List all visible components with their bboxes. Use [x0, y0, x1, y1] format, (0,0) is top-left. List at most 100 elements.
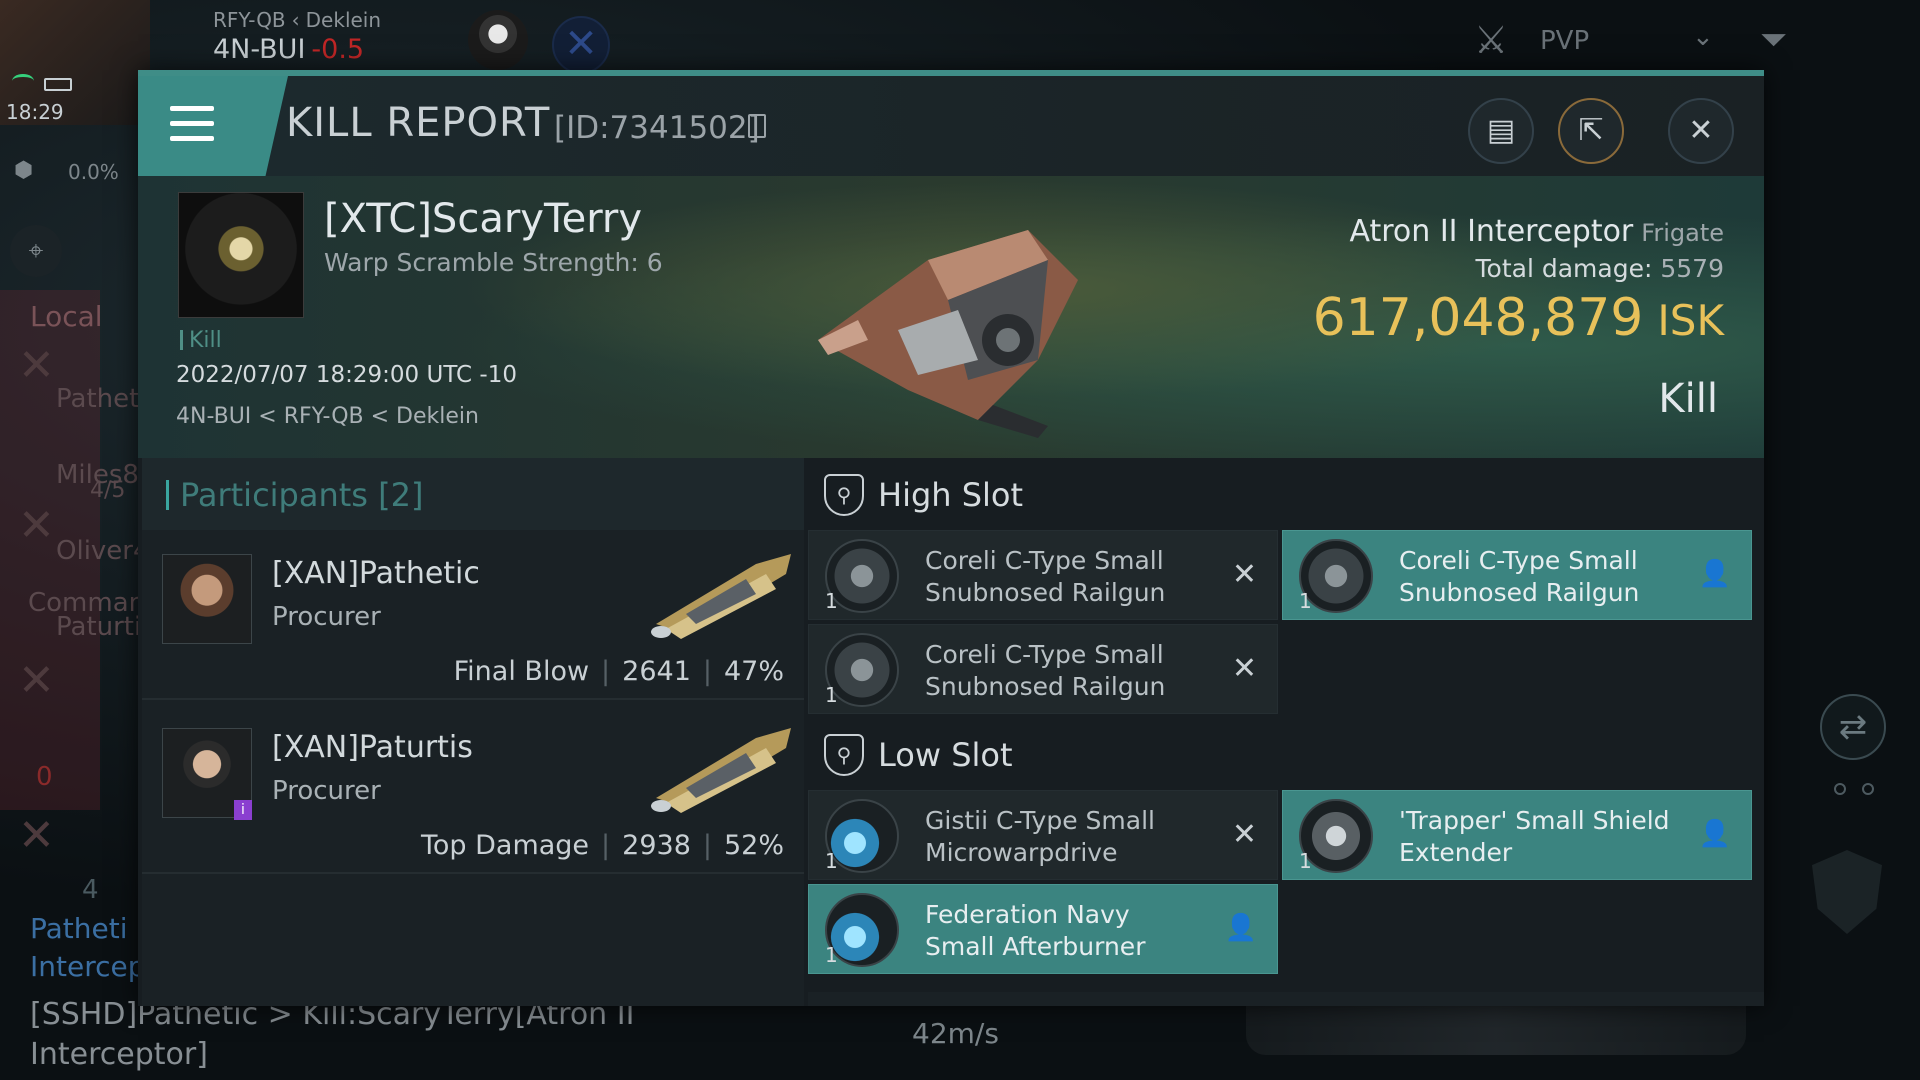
participant-stats: Top Damage | 2938 | 52%	[420, 830, 784, 861]
alliance-logo-icon[interactable]: ✕	[552, 16, 610, 74]
crossed-swords-icon: ⚔	[1474, 18, 1509, 62]
current-system[interactable]: 4N-BUI -0.5	[213, 34, 364, 65]
kill-tag-label: Kill	[189, 328, 222, 353]
module-name-line: Snubnosed Railgun	[1399, 578, 1640, 607]
module-qty: 1	[825, 943, 838, 967]
module-name: Coreli C-Type Small Snubnosed Railgun	[925, 639, 1165, 703]
participant-ship-icon	[651, 728, 791, 813]
corp-logo-icon[interactable]	[468, 10, 528, 70]
speed-readout: 42m/s	[912, 1017, 999, 1050]
high-slot-header: ⚲ High Slot	[808, 458, 1764, 530]
pvp-label: PVP	[1540, 26, 1590, 56]
x-icon: ✕	[18, 810, 55, 861]
participant-damage: 2938	[622, 830, 691, 861]
x-icon: ✕	[1231, 817, 1257, 852]
share-button[interactable]: ⇱	[1558, 98, 1624, 164]
x-icon: ✕	[18, 655, 55, 706]
location-pin-icon[interactable]: ⌖	[10, 225, 62, 277]
module-name-line: 'Trapper' Small Shield	[1399, 806, 1670, 835]
local-label: Local	[30, 300, 103, 333]
fitting-panel: ⚲ High Slot 1 Coreli C-Type Small Snubnos…	[808, 458, 1764, 1006]
close-button[interactable]: ✕	[1668, 98, 1734, 164]
local-member-name: Pathet	[56, 384, 140, 414]
ship-type: Atron II Interceptor	[1349, 214, 1634, 249]
participant-name: [XAN]Pathetic	[272, 556, 480, 591]
ship-name[interactable]: Atron II Interceptor Frigate	[1350, 214, 1725, 249]
kill-datetime: 2022/07/07 18:29:00 UTC -10	[176, 362, 517, 388]
participant-ship: Procurer	[272, 602, 381, 632]
module-qty: 1	[825, 849, 838, 873]
clipboard-button[interactable]: ▤	[1468, 98, 1534, 164]
participant-portrait[interactable]	[162, 554, 252, 644]
low-slot-label: Low Slot	[878, 736, 1013, 774]
participant-row[interactable]: [XAN]Pathetic Procurer Final Blow | 2641 | 4…	[142, 530, 804, 700]
chevron-left-icon: ‹	[291, 8, 300, 32]
victim-ship-image[interactable]	[778, 190, 1118, 440]
participant-role: Top Damage	[420, 830, 590, 861]
copy-icon[interactable]	[748, 114, 766, 138]
alert-count: 0	[36, 762, 53, 792]
info-badge-icon: i	[234, 800, 252, 820]
module-item[interactable]: 1 'Trapper' Small Shield Extender 👤	[1282, 790, 1752, 880]
pvp-filter-dropdown[interactable]: ⚔ PVP ⌄	[1452, 0, 1782, 78]
participant-percent: 47%	[723, 656, 784, 687]
low-slot-header: ⚲ Low Slot	[808, 718, 1764, 790]
participant-ship: Procurer	[272, 776, 381, 806]
local-member-name: Oliver4	[56, 536, 150, 566]
participants-header: Participants [2]	[142, 458, 804, 530]
module-name: Gistii C-Type Small Microwarpdrive	[925, 805, 1155, 869]
menu-button[interactable]	[138, 76, 288, 176]
module-item[interactable]: 1 Federation Navy Small Afterburner 👤	[808, 884, 1278, 974]
cargo-percent: 0.0%	[68, 160, 119, 184]
route-info[interactable]: RFY-QB ‹ Deklein	[213, 8, 381, 32]
victim-name[interactable]: [XTC]ScaryTerry	[324, 196, 642, 242]
cargo-icon[interactable]: ⬢	[14, 158, 33, 183]
module-name: Coreli C-Type Small Snubnosed Railgun	[925, 545, 1165, 609]
participants-panel: Participants [2] [XAN]Pathetic Procurer …	[142, 458, 804, 1006]
module-name-line: Snubnosed Railgun	[925, 672, 1166, 701]
wifi-icon	[12, 74, 34, 88]
chat-line-partial: Patheti Intercep	[30, 910, 146, 986]
total-damage-value: 5579	[1660, 254, 1724, 283]
participant-ship-icon	[651, 554, 791, 639]
chat-name: Patheti	[30, 912, 128, 945]
module-name-line: Microwarpdrive	[925, 838, 1118, 867]
window-title: KILL REPORT	[286, 100, 551, 146]
person-icon: 👤	[1698, 559, 1731, 589]
module-qty: 1	[1299, 589, 1312, 613]
participants-title: Participants [2]	[180, 476, 424, 514]
swap-icon[interactable]: ⇄	[1820, 694, 1886, 760]
participant-name: [XAN]Paturtis	[272, 730, 473, 765]
page-dots	[1834, 780, 1890, 799]
chat-message: [SSHD]Pathetic > Kill:ScaryTerry[Atron I…	[30, 995, 634, 1075]
isk-amount: 617,048,879	[1312, 288, 1644, 348]
ship-class: Frigate	[1641, 219, 1724, 247]
filter-icon[interactable]: ⏷	[1760, 20, 1787, 60]
report-id: [ID:7341502]	[554, 110, 760, 146]
module-item[interactable]: 1 Coreli C-Type Small Snubnosed Railgun ✕	[808, 624, 1278, 714]
chevron-down-icon: ⌄	[1692, 22, 1714, 52]
fitting-bottom-edge	[808, 992, 1764, 1006]
user-count: 4	[82, 875, 99, 905]
x-icon: ✕	[18, 340, 55, 391]
module-qty: 1	[1299, 849, 1312, 873]
module-name-line: Snubnosed Railgun	[925, 578, 1166, 607]
module-item[interactable]: 1 Coreli C-Type Small Snubnosed Railgun 👤	[1282, 530, 1752, 620]
total-damage: Total damage: 5579	[1476, 254, 1725, 283]
victim-subtitle: Warp Scramble Strength: 6	[324, 248, 663, 277]
kill-location: 4N-BUI < RFY-QB < Deklein	[176, 404, 479, 429]
chat-ship: Intercep	[30, 950, 146, 983]
module-name: 'Trapper' Small Shield Extender	[1399, 805, 1670, 869]
participant-damage: 2641	[622, 656, 691, 687]
victim-portrait[interactable]	[178, 192, 304, 318]
module-qty: 1	[825, 589, 838, 613]
module-item[interactable]: 1 Gistii C-Type Small Microwarpdrive ✕	[808, 790, 1278, 880]
module-name: Coreli C-Type Small Snubnosed Railgun	[1399, 545, 1639, 609]
close-icon: ✕	[1688, 113, 1714, 148]
header-accent	[166, 480, 169, 510]
participant-row[interactable]: i [XAN]Paturtis Procurer Top Damage | 2938…	[142, 704, 804, 874]
x-icon: ✕	[18, 500, 55, 551]
local-member-count: 4/5	[90, 478, 126, 503]
module-item[interactable]: 1 Coreli C-Type Small Snubnosed Railgun ✕	[808, 530, 1278, 620]
high-slot-icon: ⚲	[824, 474, 864, 516]
